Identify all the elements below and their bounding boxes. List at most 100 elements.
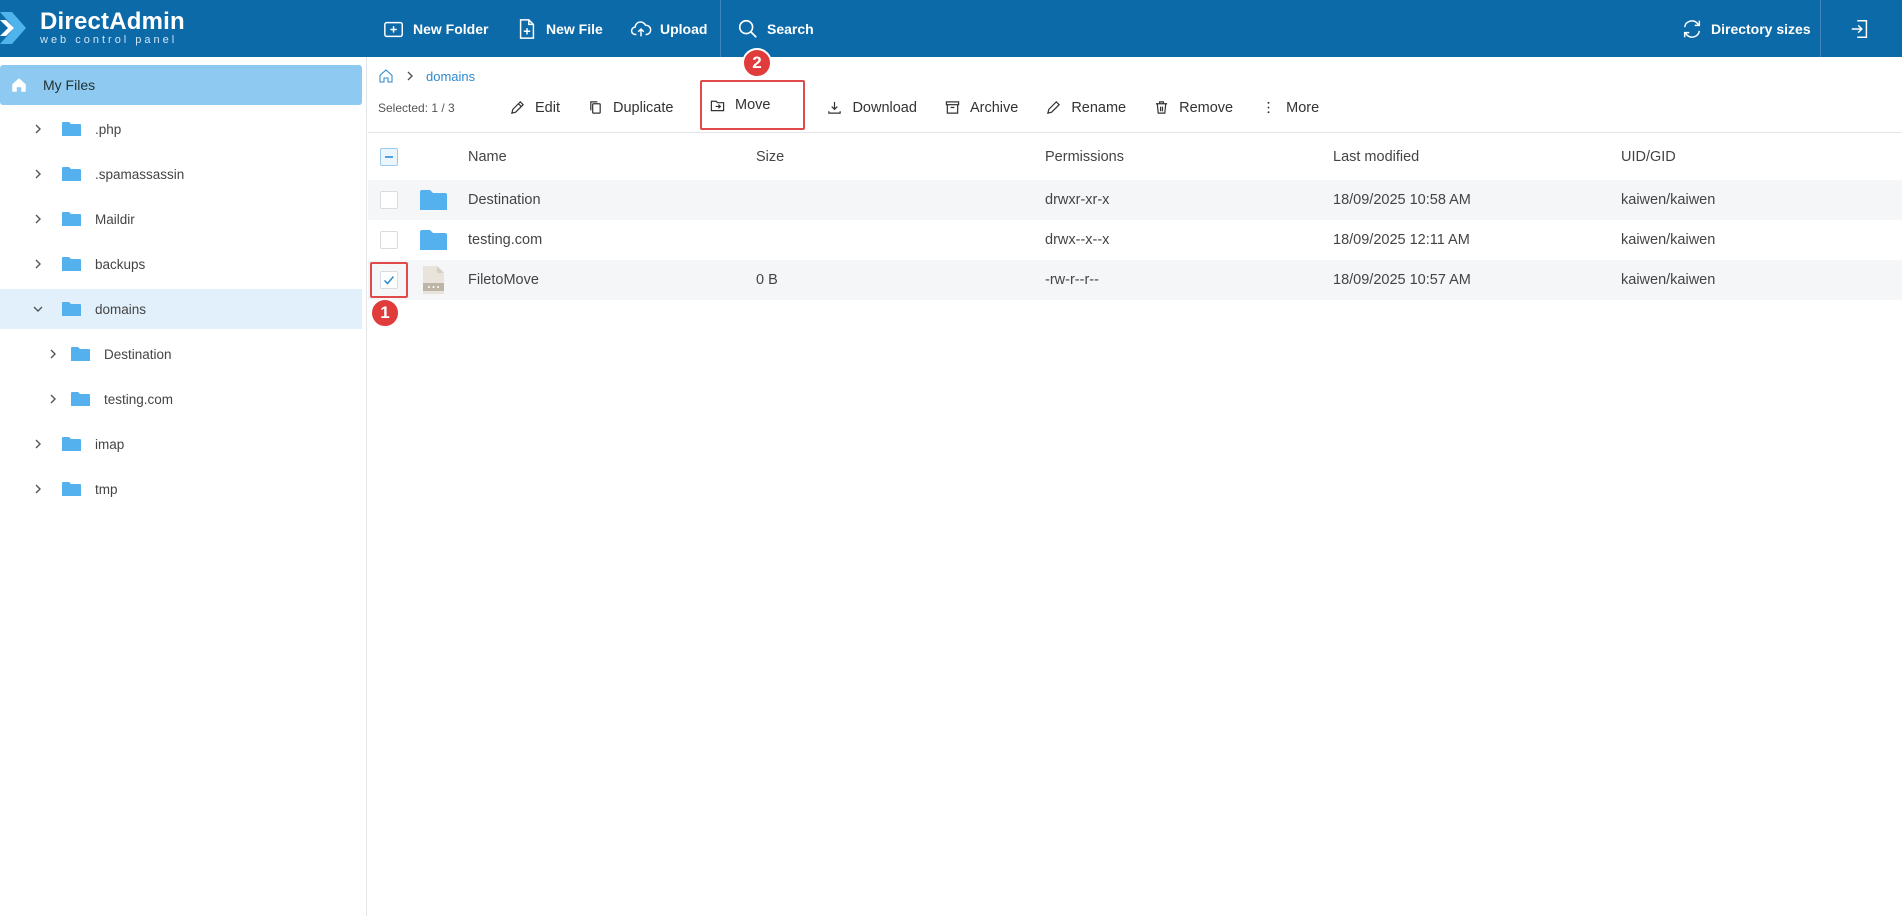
sidebar-item-domains[interactable]: domains bbox=[0, 289, 362, 329]
file-modified: 18/09/2025 10:57 AM bbox=[1333, 272, 1471, 288]
archive-icon bbox=[945, 101, 960, 114]
breadcrumb-current[interactable]: domains bbox=[426, 69, 475, 84]
file-owner: kaiwen/kaiwen bbox=[1621, 272, 1716, 288]
row-checkbox[interactable] bbox=[380, 231, 398, 249]
top-bar: DirectAdmin web control panel New Folder… bbox=[0, 0, 1902, 57]
search-button[interactable]: Search bbox=[737, 0, 814, 57]
remove-button[interactable]: Remove bbox=[1140, 90, 1247, 125]
sidebar: My Files .php .spamassassin Maildir back… bbox=[0, 57, 367, 916]
table-row[interactable]: Destination drwxr-xr-x 18/09/2025 10:58 … bbox=[368, 180, 1902, 220]
folder-icon bbox=[62, 302, 81, 316]
sidebar-item-backups[interactable]: backups bbox=[0, 244, 362, 284]
file-name[interactable]: FiletoMove bbox=[468, 260, 539, 300]
folder-icon bbox=[420, 190, 447, 210]
sidebar-my-files[interactable]: My Files bbox=[0, 65, 362, 105]
new-file-icon bbox=[519, 18, 535, 39]
chevron-right-icon[interactable] bbox=[32, 168, 44, 180]
sidebar-item-imap[interactable]: imap bbox=[0, 424, 362, 464]
column-header-name[interactable]: Name bbox=[468, 133, 507, 180]
sidebar-item-label: .spamassassin bbox=[95, 166, 185, 182]
new-file-button[interactable]: New File bbox=[516, 0, 603, 57]
sidebar-item-label: domains bbox=[95, 301, 147, 317]
more-label: More bbox=[1286, 99, 1320, 116]
column-header-size[interactable]: Size bbox=[756, 133, 784, 180]
column-header-uid-gid[interactable]: UID/GID bbox=[1621, 133, 1676, 180]
select-all-cell bbox=[380, 133, 398, 180]
chevron-right-icon[interactable] bbox=[32, 483, 44, 495]
more-button[interactable]: More bbox=[1247, 90, 1333, 125]
new-folder-button[interactable]: New Folder bbox=[383, 0, 488, 57]
minus-icon bbox=[385, 155, 393, 158]
file-size: 0 B bbox=[756, 272, 778, 288]
sidebar-item-php[interactable]: .php bbox=[0, 109, 362, 149]
new-folder-label: New Folder bbox=[413, 20, 489, 37]
chevron-down-icon[interactable] bbox=[32, 303, 44, 315]
folder-icon bbox=[62, 437, 81, 451]
sidebar-item-label: imap bbox=[95, 436, 125, 452]
chevron-right-icon[interactable] bbox=[47, 393, 59, 405]
chevron-right-icon[interactable] bbox=[32, 438, 44, 450]
edit-button[interactable]: Edit bbox=[496, 90, 574, 125]
column-header-permissions[interactable]: Permissions bbox=[1045, 133, 1124, 180]
more-vertical-icon bbox=[1267, 101, 1270, 114]
sidebar-root-label: My Files bbox=[43, 77, 96, 93]
home-icon[interactable] bbox=[378, 68, 394, 84]
brand-name: DirectAdmin bbox=[40, 8, 185, 35]
upload-cloud-icon bbox=[630, 20, 652, 36]
file-icon bbox=[423, 266, 444, 294]
refresh-icon bbox=[1683, 19, 1701, 38]
sidebar-item-testing-com[interactable]: testing.com bbox=[0, 379, 362, 419]
logout-icon bbox=[1851, 19, 1868, 38]
search-icon bbox=[738, 19, 757, 38]
file-modified: 18/09/2025 12:11 AM bbox=[1333, 232, 1470, 248]
file-name[interactable]: testing.com bbox=[468, 220, 542, 260]
folder-icon bbox=[62, 122, 81, 136]
folder-icon bbox=[420, 230, 447, 250]
edit-label: Edit bbox=[535, 99, 560, 116]
folder-icon bbox=[62, 482, 81, 496]
folder-icon bbox=[62, 212, 81, 226]
new-folder-icon bbox=[384, 21, 403, 37]
directory-sizes-button[interactable]: Directory sizes bbox=[1681, 0, 1811, 57]
step-badge-1: 1 bbox=[370, 298, 400, 328]
directadmin-logo-icon bbox=[0, 12, 26, 44]
chevron-right-icon[interactable] bbox=[47, 348, 59, 360]
sidebar-item-tmp[interactable]: tmp bbox=[0, 469, 362, 509]
new-file-label: New File bbox=[546, 20, 603, 37]
trash-icon bbox=[1156, 101, 1168, 114]
sidebar-item-label: Destination bbox=[104, 346, 172, 362]
upload-button[interactable]: Upload bbox=[630, 0, 707, 57]
action-bar: Selected: 1 / 3 Edit Duplicate Download … bbox=[378, 90, 1333, 125]
toolbar-divider bbox=[720, 0, 721, 57]
logout-button[interactable] bbox=[1849, 0, 1871, 57]
download-icon bbox=[828, 101, 842, 114]
download-button[interactable]: Download bbox=[813, 90, 931, 125]
highlight-box-step-2 bbox=[700, 80, 805, 130]
file-permissions: drwx--x--x bbox=[1045, 232, 1110, 248]
file-name[interactable]: Destination bbox=[468, 180, 541, 220]
sidebar-item-spamassassin[interactable]: .spamassassin bbox=[0, 154, 362, 194]
rename-button[interactable]: Rename bbox=[1032, 90, 1140, 125]
row-checkbox[interactable] bbox=[380, 191, 398, 209]
duplicate-button[interactable]: Duplicate bbox=[574, 90, 687, 125]
file-modified: 18/09/2025 10:58 AM bbox=[1333, 192, 1471, 208]
logo[interactable]: DirectAdmin web control panel bbox=[0, 8, 185, 48]
table-row[interactable]: testing.com drwx--x--x 18/09/2025 12:11 … bbox=[368, 220, 1902, 260]
chevron-right-icon[interactable] bbox=[32, 258, 44, 270]
table-header: Name Size Permissions Last modified UID/… bbox=[368, 132, 1902, 180]
sidebar-item-label: .php bbox=[95, 121, 122, 137]
pencil-edit-icon bbox=[511, 101, 524, 114]
chevron-right-icon[interactable] bbox=[32, 123, 44, 135]
folder-icon bbox=[62, 167, 81, 181]
table-row[interactable]: FiletoMove 0 B -rw-r--r-- 18/09/2025 10:… bbox=[368, 260, 1902, 300]
brand-tagline: web control panel bbox=[40, 34, 178, 46]
home-icon bbox=[12, 78, 26, 92]
sidebar-item-maildir[interactable]: Maildir bbox=[0, 199, 362, 239]
chevron-right-icon[interactable] bbox=[32, 213, 44, 225]
folder-icon bbox=[62, 257, 81, 271]
column-header-last-modified[interactable]: Last modified bbox=[1333, 133, 1419, 180]
sidebar-item-destination[interactable]: Destination bbox=[0, 334, 362, 374]
file-owner: kaiwen/kaiwen bbox=[1621, 232, 1716, 248]
archive-button[interactable]: Archive bbox=[931, 90, 1032, 125]
select-all-checkbox[interactable] bbox=[380, 147, 398, 166]
